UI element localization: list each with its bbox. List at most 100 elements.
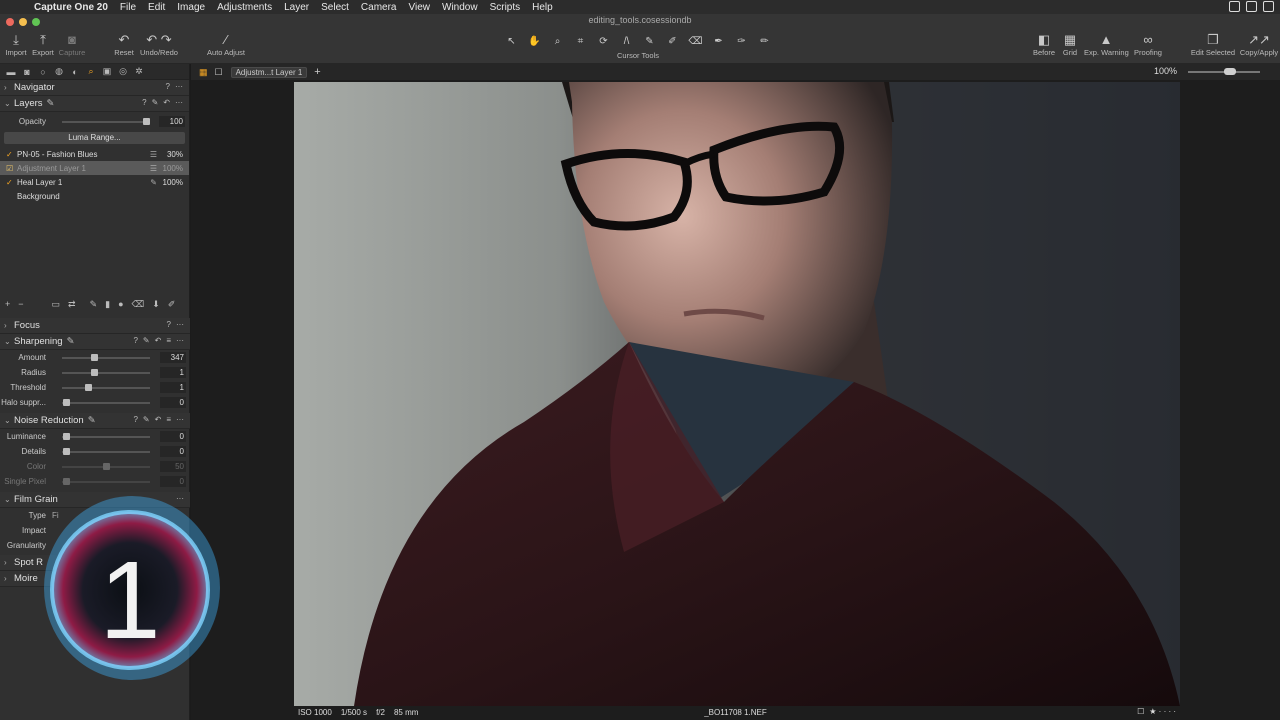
color-value[interactable]: 50	[160, 461, 186, 472]
help-icon[interactable]: ?	[142, 98, 146, 107]
swap-icon[interactable]: ⇄	[68, 299, 76, 310]
color-knob[interactable]	[103, 463, 110, 470]
sharpening-header[interactable]: ⌄ Sharpening ✎ ? ✎ ↶ ≡ ···	[0, 334, 190, 350]
brush-icon[interactable]: ✎	[67, 336, 75, 347]
fill-icon[interactable]: ⬇	[152, 299, 160, 310]
edit-selected-button[interactable]: ❐ Edit Selected	[1190, 32, 1236, 57]
export-button[interactable]: ⤒ Export	[30, 32, 56, 57]
presets-icon[interactable]: ≡	[166, 415, 171, 424]
threshold-value[interactable]: 1	[160, 382, 186, 393]
menu-scripts[interactable]: Scripts	[490, 2, 521, 13]
reset-icon[interactable]: ↶	[155, 336, 162, 345]
checkmark-icon[interactable]: ✓	[6, 178, 17, 187]
checkbox-icon[interactable]: ☑	[6, 164, 17, 173]
menu-select[interactable]: Select	[321, 2, 349, 13]
menu-layer[interactable]: Layer	[284, 2, 309, 13]
portrait-photo[interactable]	[294, 82, 1180, 706]
presets-icon[interactable]: ≡	[166, 336, 171, 345]
film-grain-header[interactable]: ⌄ Film Grain ···	[0, 492, 190, 508]
color-tab-icon[interactable]: ◍	[54, 66, 64, 77]
pick-icon[interactable]: ✎	[143, 336, 150, 345]
panel-toggle-icon[interactable]	[1263, 1, 1274, 12]
picker-icon[interactable]: ✒	[707, 36, 730, 47]
grid-view-icon[interactable]: ▦	[199, 67, 208, 78]
brush-icon[interactable]: ✎	[88, 415, 96, 426]
halo-knob[interactable]	[63, 399, 70, 406]
select-cursor-icon[interactable]: ↖	[500, 36, 523, 47]
opacity-value[interactable]: 100	[159, 116, 185, 127]
single-pixel-value[interactable]: 0	[160, 476, 186, 487]
spot-removal-icon[interactable]: ✎	[638, 36, 661, 47]
import-button[interactable]: ⤓ Import	[4, 32, 28, 57]
details-tab-icon[interactable]: ⌕	[86, 66, 96, 77]
radius-track[interactable]	[62, 372, 150, 374]
eraser-icon[interactable]: ⌫	[132, 299, 145, 310]
more-icon[interactable]: ···	[176, 494, 184, 503]
filmstrip-icon[interactable]	[1229, 1, 1240, 12]
loupe-icon[interactable]: ⌕	[546, 36, 569, 47]
luminance-knob[interactable]	[63, 433, 70, 440]
halo-value[interactable]: 0	[160, 397, 186, 408]
layer-row[interactable]: ✓ Heal Layer 1 ✎ 100%	[0, 175, 189, 189]
help-icon[interactable]: ?	[166, 82, 170, 91]
threshold-track[interactable]	[62, 387, 150, 389]
help-icon[interactable]: ?	[133, 415, 137, 424]
brush-icon[interactable]: ✐	[661, 36, 684, 47]
menu-image[interactable]: Image	[177, 2, 205, 13]
amount-track[interactable]	[62, 357, 150, 359]
more-icon[interactable]: ···	[175, 82, 183, 91]
opacity-knob[interactable]	[143, 118, 150, 125]
menu-camera[interactable]: Camera	[361, 2, 397, 13]
radius-knob[interactable]	[91, 369, 98, 376]
single-pixel-knob[interactable]	[63, 478, 70, 485]
threshold-knob[interactable]	[85, 384, 92, 391]
amount-value[interactable]: 347	[160, 352, 186, 363]
auto-adjust-button[interactable]: ⁄ Auto Adjust	[205, 32, 247, 57]
focus-header[interactable]: › Focus ? ···	[0, 318, 190, 334]
details-value[interactable]: 0	[160, 446, 186, 457]
lens-tab-icon[interactable]: ○	[38, 67, 48, 77]
opacity-track[interactable]	[62, 121, 148, 123]
amount-knob[interactable]	[91, 354, 98, 361]
menu-app-name[interactable]: Capture One 20	[34, 2, 108, 13]
luminance-track[interactable]	[62, 436, 150, 438]
more-icon[interactable]: ···	[176, 336, 184, 345]
heal-icon[interactable]: ✑	[730, 36, 753, 47]
reset-icon[interactable]: ↶	[163, 98, 170, 107]
single-pixel-track[interactable]	[62, 481, 150, 483]
capture-button[interactable]: ◙ Capture	[58, 32, 86, 57]
details-track[interactable]	[62, 451, 150, 453]
menu-window[interactable]: Window	[442, 2, 478, 13]
help-icon[interactable]: ?	[133, 336, 137, 345]
star-rating[interactable]: ★ · · · ·	[1149, 707, 1176, 716]
mask-icon[interactable]: ▭	[52, 299, 61, 310]
noise-reduction-header[interactable]: ⌄ Noise Reduction ✎ ? ✎ ↶ ≡ ···	[0, 413, 190, 429]
exposure-tab-icon[interactable]: ◐	[70, 67, 80, 77]
add-layer-icon[interactable]: +	[5, 299, 10, 309]
luma-range-button[interactable]: Luma Range...	[4, 132, 185, 144]
capture-tab-icon[interactable]: ◙	[22, 67, 32, 77]
before-button[interactable]: ◧ Before	[1032, 32, 1056, 57]
layer-select-dropdown[interactable]: Adjustm...t Layer 1	[230, 66, 308, 78]
layer-row[interactable]: ✓ PN-05 - Fashion Blues ☰ 30%	[0, 147, 189, 161]
menu-edit[interactable]: Edit	[148, 2, 165, 13]
undo-redo-button[interactable]: ↶ ↷ Undo/Redo	[139, 32, 179, 57]
radius-value[interactable]: 1	[160, 367, 186, 378]
remove-layer-icon[interactable]: −	[18, 299, 23, 309]
brush-icon[interactable]: ✎	[90, 299, 98, 310]
more-icon[interactable]: ···	[176, 415, 184, 424]
linear-gradient-icon[interactable]: ▮	[105, 299, 110, 310]
grid-button[interactable]: ▦ Grid	[1060, 32, 1080, 57]
layer-row-background[interactable]: Background	[0, 189, 189, 203]
menu-help[interactable]: Help	[532, 2, 553, 13]
annotate-icon[interactable]: ✏	[753, 36, 776, 47]
pick-icon[interactable]: ✎	[152, 98, 159, 107]
zoom-slider-knob[interactable]	[1224, 68, 1236, 75]
keystone-icon[interactable]: /\	[615, 36, 638, 47]
reset-icon[interactable]: ↶	[155, 415, 162, 424]
metadata-tab-icon[interactable]: ◎	[118, 66, 128, 77]
proofing-button[interactable]: ∞ Proofing	[1131, 32, 1165, 57]
help-icon[interactable]: ?	[167, 320, 171, 329]
adjustments-tab-icon[interactable]: ▣	[102, 66, 112, 77]
layer-row-selected[interactable]: ☑ Adjustment Layer 1 ☰ 100%	[0, 161, 189, 175]
